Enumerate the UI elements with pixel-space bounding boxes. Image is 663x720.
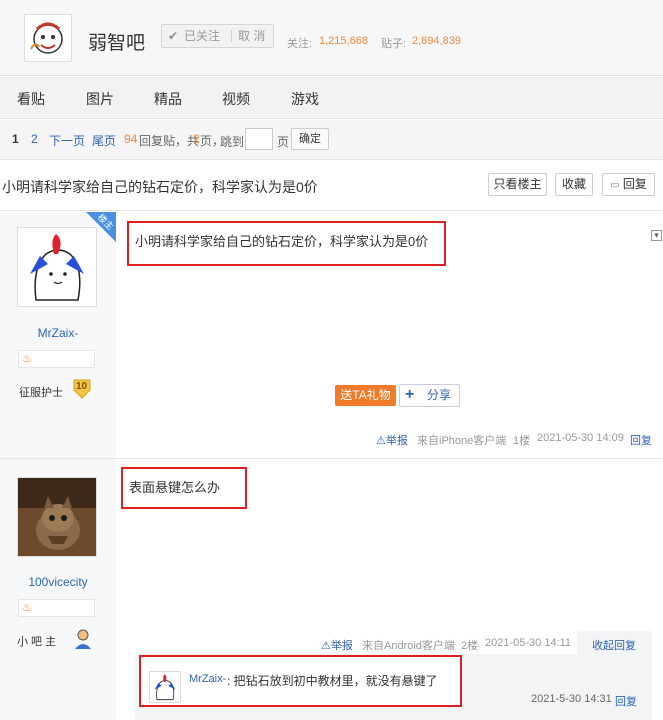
forum-tabs: 看贴 图片 精品 视频 游戏	[0, 77, 663, 119]
thread-title-bar: 小明请科学家给自己的钻石定价，科学家认为是0价 只看楼主 收藏 ▭ 回复	[0, 161, 663, 211]
divider	[231, 30, 232, 42]
sub-reply-author[interactable]: MrZaix-	[189, 673, 226, 685]
page-unit: 页	[277, 135, 290, 149]
fire-icon: ♨	[22, 353, 32, 365]
sub-reply-highlight: MrZaix- : 把钻石放到初中教材里，就没有悬键了	[139, 655, 462, 707]
author-name[interactable]: 100vicecity	[0, 575, 116, 589]
send-gift-button[interactable]: 送TA礼物	[335, 385, 396, 406]
favorite-button[interactable]: 收藏	[555, 173, 593, 196]
pager: 1 2 下一页 尾页 94 回复贴，共 2 页， 跳到 页 确定	[0, 120, 663, 160]
reply-count-text: 回复贴，共	[139, 134, 200, 148]
report-link[interactable]: ⚠举报	[321, 637, 353, 653]
author-name[interactable]: MrZaix-	[0, 326, 116, 340]
check-icon: ✔	[168, 29, 179, 43]
sub-reply-text: : 把钻石放到初中教材里，就没有悬键了	[227, 674, 438, 688]
page-2-link[interactable]: 2	[31, 132, 38, 146]
member-badge: ♨	[18, 350, 95, 368]
share-label: 分享	[427, 388, 452, 402]
member-title: 小 吧 主	[17, 636, 57, 648]
post-content: 表面悬键怎么办	[129, 480, 221, 495]
page-current: 1	[12, 132, 19, 146]
reply-count: 94	[124, 132, 138, 146]
post-time: 2021-05-30 14:09	[537, 432, 624, 444]
tab-posts[interactable]: 看贴	[17, 89, 45, 109]
tab-images[interactable]: 图片	[86, 89, 114, 109]
plus-icon: +	[405, 386, 415, 403]
last-page-link[interactable]: 尾页	[92, 132, 116, 149]
member-badge: ♨	[18, 599, 95, 617]
reply-button[interactable]: ▭ 回复	[602, 173, 655, 196]
avatar[interactable]	[149, 671, 181, 703]
fire-icon: ♨	[22, 602, 32, 614]
next-page-link[interactable]: 下一页	[49, 132, 85, 149]
tab-games[interactable]: 游戏	[291, 89, 319, 109]
moderator-icon	[73, 628, 93, 650]
forum-header: 弱智吧 ✔ 已关注 取 消 关注: 1,215,668 贴子: 2,894,83…	[0, 0, 663, 76]
post-content-highlight: 表面悬键怎么办	[121, 467, 247, 509]
forum-logo[interactable]	[24, 14, 72, 62]
level-number: 10	[76, 381, 88, 392]
avatar[interactable]	[17, 477, 97, 557]
post-author-panel: 100vicecity ♨ 小 吧 主	[0, 459, 116, 720]
collapse-replies-tab[interactable]: 收起回复	[577, 631, 652, 655]
post-menu-icon[interactable]: ▾	[651, 230, 662, 241]
jump-confirm-button[interactable]: 确定	[291, 128, 329, 150]
thread-title: 小明请科学家给自己的钻石定价，科学家认为是0价	[2, 179, 318, 195]
post-time: 2021-05-30 14:11	[485, 637, 572, 649]
post-author-panel: MrZaix- ♨ 征服护士 10	[0, 212, 116, 458]
follow-count-label: 关注:	[287, 38, 313, 50]
post-source: 来自iPhone客户端	[417, 435, 507, 447]
share-button[interactable]: + 分享	[399, 384, 460, 407]
tab-videos[interactable]: 视频	[222, 89, 250, 109]
jump-label: 跳到	[220, 135, 245, 149]
warning-icon: ⚠	[376, 435, 386, 447]
forum-name[interactable]: 弱智吧	[88, 28, 145, 55]
only-op-button[interactable]: 只看楼主	[488, 173, 547, 196]
post-count: 2,894,839	[412, 35, 461, 47]
comment-icon: ▭	[610, 180, 620, 191]
post-reply-link[interactable]: 回复	[630, 432, 652, 448]
jump-page-input[interactable]	[245, 128, 273, 150]
floor-number: 2楼	[461, 640, 479, 652]
sub-reply-time: 2021-5-30 14:31	[531, 693, 612, 705]
post-source: 来自Android客户端	[362, 640, 455, 652]
level-badge: 10	[72, 378, 92, 400]
post-count-label: 贴子:	[381, 38, 407, 50]
post-content: 小明请科学家给自己的钻石定价，科学家认为是0价	[135, 234, 429, 249]
unfollow-button[interactable]: 取 消	[238, 25, 265, 47]
reply-button-label: 回复	[622, 177, 647, 191]
warning-icon: ⚠	[321, 640, 331, 652]
post-content-highlight: 小明请科学家给自己的钻石定价，科学家认为是0价	[127, 221, 446, 266]
follow-count: 1,215,668	[319, 35, 368, 47]
total-pages: 2	[193, 132, 200, 146]
op-badge: 楼主	[86, 212, 116, 242]
follow-toggle[interactable]: ✔ 已关注 取 消	[161, 24, 274, 48]
sub-reply-reply-link[interactable]: 回复	[615, 693, 637, 709]
follow-status-label: 已关注	[184, 29, 221, 43]
tab-featured[interactable]: 精品	[154, 89, 182, 109]
report-link[interactable]: ⚠举报	[376, 432, 408, 448]
member-title: 征服护士	[19, 387, 63, 399]
floor-number: 1楼	[513, 435, 531, 447]
avatar[interactable]	[17, 227, 97, 307]
